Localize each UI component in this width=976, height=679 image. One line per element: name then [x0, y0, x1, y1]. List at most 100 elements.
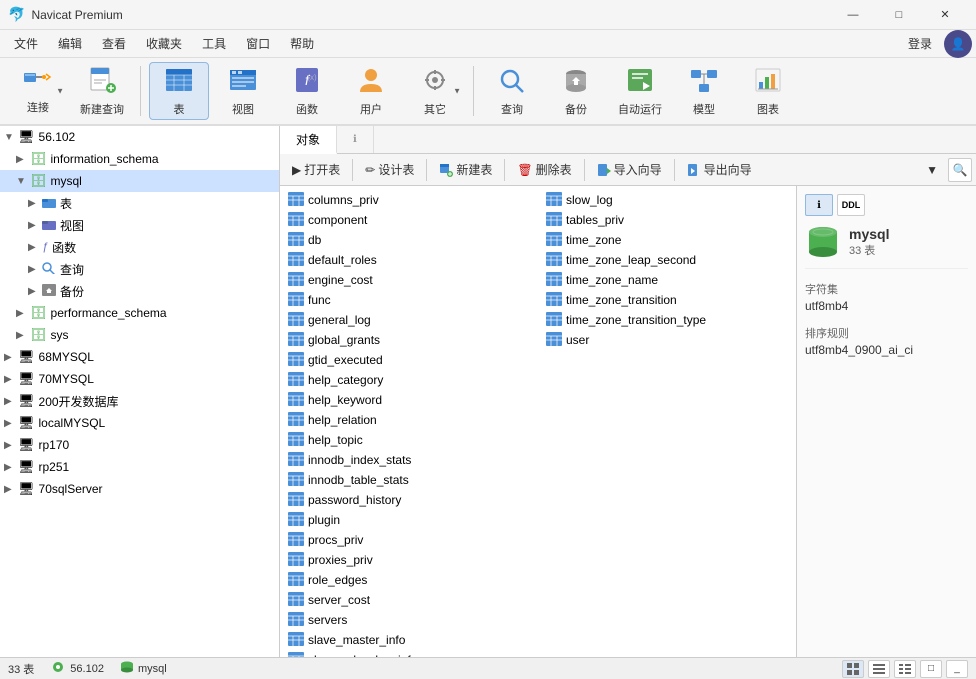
- list-item[interactable]: [538, 410, 796, 430]
- btn-design-table[interactable]: ✏ 设计表: [357, 158, 422, 181]
- list-item[interactable]: engine_cost: [280, 270, 538, 290]
- sidebar-item-information-schema[interactable]: ▶ 🗄 information_schema: [0, 148, 279, 170]
- sidebar-item-tables-folder[interactable]: ▶ 表: [0, 192, 279, 214]
- list-item[interactable]: gtid_executed: [280, 350, 538, 370]
- tb-new-query[interactable]: 新建查询: [72, 62, 132, 120]
- tb-table[interactable]: 表: [149, 62, 209, 120]
- list-item[interactable]: time_zone_leap_second: [538, 250, 796, 270]
- sidebar-item-mysql[interactable]: ▼ 🗄 mysql: [0, 170, 279, 192]
- list-item[interactable]: [538, 630, 796, 650]
- list-item[interactable]: plugin: [280, 510, 538, 530]
- list-item[interactable]: default_roles: [280, 250, 538, 270]
- tab-info[interactable]: ℹ: [337, 126, 374, 153]
- list-item[interactable]: component: [280, 210, 538, 230]
- list-item[interactable]: help_category: [280, 370, 538, 390]
- sidebar-item-70sqlserver[interactable]: ▶ 🖥 70sqlServer: [0, 478, 279, 500]
- menu-edit[interactable]: 编辑: [48, 31, 92, 56]
- list-item[interactable]: innodb_table_stats: [280, 470, 538, 490]
- list-item[interactable]: help_relation: [280, 410, 538, 430]
- tb-function[interactable]: f (x) 函数: [277, 62, 337, 120]
- sidebar-item-performance-schema[interactable]: ▶ 🗄 performance_schema: [0, 302, 279, 324]
- sidebar-item-backup-folder[interactable]: ▶ 备份: [0, 280, 279, 302]
- btn-more-actions[interactable]: ▼: [920, 161, 944, 179]
- list-item[interactable]: [538, 350, 796, 370]
- sidebar-item-sys[interactable]: ▶ 🗄 sys: [0, 324, 279, 346]
- list-item[interactable]: global_grants: [280, 330, 538, 350]
- list-item[interactable]: [538, 390, 796, 410]
- tb-view[interactable]: 视图: [213, 62, 273, 120]
- tb-query[interactable]: 查询: [482, 62, 542, 120]
- list-item[interactable]: tables_priv: [538, 210, 796, 230]
- list-item[interactable]: time_zone_transition: [538, 290, 796, 310]
- sidebar-item-rp170[interactable]: ▶ 🖥 rp170: [0, 434, 279, 456]
- list-item[interactable]: server_cost: [280, 590, 538, 610]
- list-item[interactable]: columns_priv: [280, 190, 538, 210]
- list-item[interactable]: help_topic: [280, 430, 538, 450]
- list-item[interactable]: [538, 470, 796, 490]
- list-item[interactable]: [538, 550, 796, 570]
- tb-other[interactable]: 其它 ▼: [405, 62, 465, 120]
- list-item[interactable]: help_keyword: [280, 390, 538, 410]
- menu-favorites[interactable]: 收藏夹: [136, 31, 192, 56]
- list-item[interactable]: [538, 590, 796, 610]
- tab-objects[interactable]: 对象: [280, 126, 337, 154]
- btn-delete-table[interactable]: 🗑 删除表: [509, 158, 579, 181]
- list-item[interactable]: general_log: [280, 310, 538, 330]
- sidebar-item-localmysql[interactable]: ▶ 🖥 localMYSQL: [0, 412, 279, 434]
- list-item[interactable]: user: [538, 330, 796, 350]
- list-item[interactable]: func: [280, 290, 538, 310]
- list-item[interactable]: servers: [280, 610, 538, 630]
- list-item[interactable]: password_history: [280, 490, 538, 510]
- view-list-btn[interactable]: [868, 660, 890, 678]
- list-item[interactable]: innodb_index_stats: [280, 450, 538, 470]
- login-button[interactable]: 登录: [896, 31, 944, 56]
- tb-backup[interactable]: 备份: [546, 62, 606, 120]
- list-item[interactable]: [538, 570, 796, 590]
- menu-view[interactable]: 查看: [92, 31, 136, 56]
- view-grid-btn[interactable]: [842, 660, 864, 678]
- list-item[interactable]: [538, 510, 796, 530]
- btn-import[interactable]: 导入向导: [589, 158, 670, 181]
- btn-open-table[interactable]: ▶ 打开表: [284, 158, 348, 181]
- view-detail-btn[interactable]: [894, 660, 916, 678]
- close-button[interactable]: ✕: [922, 0, 968, 30]
- menu-window[interactable]: 窗口: [236, 31, 280, 56]
- list-item[interactable]: db: [280, 230, 538, 250]
- list-item[interactable]: [538, 530, 796, 550]
- maximize-button[interactable]: □: [876, 0, 922, 30]
- btn-new-table[interactable]: 新建表: [431, 158, 500, 181]
- sidebar-item-70mysql[interactable]: ▶ 🖥 70MYSQL: [0, 368, 279, 390]
- menu-help[interactable]: 帮助: [280, 31, 324, 56]
- avatar[interactable]: 👤: [944, 30, 972, 58]
- list-item[interactable]: slave_relay_log_info: [280, 650, 538, 657]
- sidebar-item-views-folder[interactable]: ▶ 视图: [0, 214, 279, 236]
- list-item[interactable]: [538, 450, 796, 470]
- sidebar-item-200devdb[interactable]: ▶ 🖥 200开发数据库: [0, 390, 279, 412]
- sidebar-item-68mysql[interactable]: ▶ 🖥 68MYSQL: [0, 346, 279, 368]
- info-tab-ddl[interactable]: DDL: [837, 194, 865, 216]
- list-item[interactable]: procs_priv: [280, 530, 538, 550]
- list-item[interactable]: [538, 490, 796, 510]
- minimize-button[interactable]: —: [830, 0, 876, 30]
- tb-chart[interactable]: 图表: [738, 62, 798, 120]
- list-item[interactable]: slow_log: [538, 190, 796, 210]
- collapse-btn[interactable]: _: [946, 660, 968, 678]
- list-item[interactable]: time_zone_transition_type: [538, 310, 796, 330]
- list-item[interactable]: proxies_priv: [280, 550, 538, 570]
- sidebar-item-functions-folder[interactable]: ▶ ƒ 函数: [0, 236, 279, 258]
- sidebar-item-56102[interactable]: ▼ 🖥 56.102: [0, 126, 279, 148]
- tb-model[interactable]: 模型: [674, 62, 734, 120]
- tb-user[interactable]: 用户: [341, 62, 401, 120]
- tb-connect[interactable]: 连接 ▼: [8, 62, 68, 120]
- expand-btn[interactable]: □: [920, 660, 942, 678]
- list-item[interactable]: time_zone: [538, 230, 796, 250]
- info-tab-info[interactable]: ℹ: [805, 194, 833, 216]
- menu-tools[interactable]: 工具: [192, 31, 236, 56]
- sidebar-item-queries-folder[interactable]: ▶ 查询: [0, 258, 279, 280]
- list-item[interactable]: [538, 430, 796, 450]
- sidebar-item-rp251[interactable]: ▶ 🖥 rp251: [0, 456, 279, 478]
- btn-search[interactable]: 🔍: [948, 158, 972, 182]
- list-item[interactable]: [538, 370, 796, 390]
- list-item[interactable]: [538, 650, 796, 657]
- btn-export[interactable]: 导出向导: [679, 158, 760, 181]
